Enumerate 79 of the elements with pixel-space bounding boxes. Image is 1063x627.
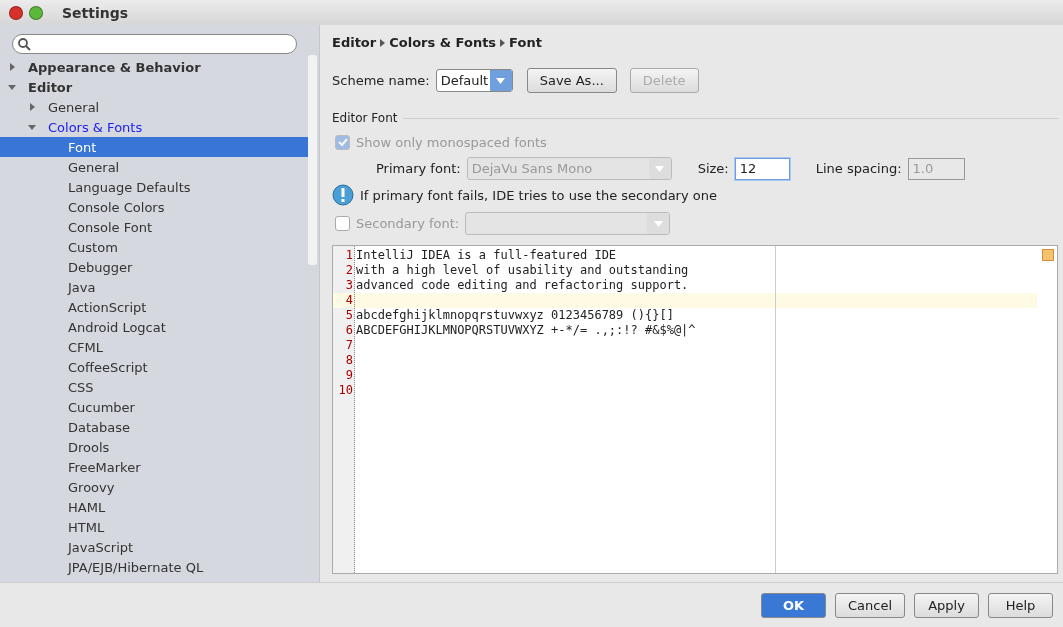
expand-arrow-icon[interactable] bbox=[8, 83, 16, 91]
dialog-button[interactable]: Help bbox=[988, 592, 1053, 618]
tree-item[interactable]: Console Colors bbox=[0, 197, 308, 217]
tree-item[interactable]: Colors & Fonts bbox=[0, 117, 308, 137]
tree-item[interactable]: Debugger bbox=[0, 257, 308, 277]
tree-item[interactable]: Groovy bbox=[0, 477, 308, 497]
font-preview-editor[interactable] bbox=[332, 245, 1058, 574]
tree-item[interactable]: Appearance & Behavior bbox=[0, 57, 308, 77]
tree-item[interactable]: Console Font bbox=[0, 217, 308, 237]
dropdown-arrow-icon bbox=[655, 165, 665, 172]
tree-item[interactable]: General bbox=[0, 97, 308, 117]
tree-item[interactable]: ActionScript bbox=[0, 297, 308, 317]
tree-item[interactable]: Font bbox=[0, 137, 308, 157]
line-number: 3 bbox=[344, 278, 354, 293]
code-line: with a high level of usability and outstanding bbox=[355, 263, 690, 278]
tree-item[interactable]: CFML bbox=[0, 337, 308, 357]
tree-item[interactable]: FreeMarker bbox=[0, 457, 308, 477]
size-label: Size: bbox=[697, 161, 729, 176]
tree-item[interactable]: Drools bbox=[0, 437, 308, 457]
tree-item[interactable]: General bbox=[0, 157, 308, 177]
line-number: 5 bbox=[344, 308, 354, 323]
scheme-label: Scheme name: bbox=[332, 73, 430, 88]
info-text: If primary font fails, IDE tries to use the secondary one bbox=[360, 187, 717, 203]
breadcrumb-item: Colors & Fonts bbox=[389, 35, 497, 50]
tree-item[interactable]: HAML bbox=[0, 497, 308, 517]
dialog-button[interactable]: OK bbox=[760, 592, 826, 618]
breadcrumb-item: Font bbox=[509, 35, 542, 50]
info-icon bbox=[332, 184, 354, 206]
line-number: 8 bbox=[344, 353, 354, 368]
close-button[interactable] bbox=[9, 5, 23, 20]
tree-item[interactable]: Java bbox=[0, 277, 308, 297]
code-line: abcdefghijklmnopqrstuvwxyz 0123456789 (){}[] bbox=[355, 308, 675, 323]
expand-arrow-icon[interactable] bbox=[28, 123, 36, 131]
tree-item[interactable]: Editor bbox=[0, 77, 308, 97]
line-number: 2 bbox=[344, 263, 354, 278]
tree-item[interactable]: JPA/EJB/Hibernate QL bbox=[0, 557, 308, 577]
tree-item[interactable]: Cucumber bbox=[0, 397, 308, 417]
secondary-font-label: Secondary font: bbox=[356, 216, 460, 231]
line-number: 6 bbox=[344, 323, 354, 338]
dialog-button[interactable]: Apply bbox=[914, 592, 979, 618]
scheme-dropdown[interactable]: Default bbox=[435, 69, 513, 92]
tree-item[interactable]: Database bbox=[0, 417, 308, 437]
checkbox[interactable] bbox=[335, 216, 350, 231]
dropdown-arrow-icon bbox=[496, 77, 506, 84]
tree-item[interactable]: JavaScript bbox=[0, 537, 308, 557]
status-marker bbox=[1042, 249, 1054, 261]
tree-item[interactable]: HTML bbox=[0, 517, 308, 537]
scheme-button[interactable]: Save As... bbox=[526, 68, 617, 93]
tree-item[interactable]: Android Logcat bbox=[0, 317, 308, 337]
search-icon bbox=[18, 37, 31, 51]
expand-arrow-icon[interactable] bbox=[28, 103, 36, 111]
line-number: 10 bbox=[337, 383, 354, 398]
tree-item[interactable]: CoffeeScript bbox=[0, 357, 308, 377]
code-line: ABCDEFGHIJKLMNOPQRSTUVWXYZ +-*/= .,;:!? #&$%@|^ bbox=[355, 323, 697, 338]
tree-item[interactable]: CSS bbox=[0, 377, 308, 397]
tree-item[interactable]: Language Defaults bbox=[0, 177, 308, 197]
dropdown-arrow-icon bbox=[653, 220, 663, 227]
primary-font-label: Primary font: bbox=[376, 161, 461, 176]
breadcrumb-item: Editor bbox=[332, 35, 377, 50]
tree-item[interactable]: Custom bbox=[0, 237, 308, 257]
maximize-button[interactable] bbox=[29, 5, 43, 20]
line-number: 7 bbox=[344, 338, 354, 353]
checkbox-label: Show only monospaced fonts bbox=[356, 135, 547, 150]
line-spacing-label: Line spacing: bbox=[815, 161, 902, 176]
check-icon bbox=[337, 138, 348, 147]
size-field[interactable]: 12 bbox=[734, 157, 790, 180]
window-title: Settings bbox=[62, 4, 129, 21]
breadcrumb-arrow-icon bbox=[500, 38, 506, 47]
line-number: 4 bbox=[333, 293, 354, 308]
expand-arrow-icon[interactable] bbox=[8, 63, 16, 71]
code-line: IntelliJ IDEA is a full-featured IDE bbox=[355, 248, 618, 263]
scrollbar[interactable] bbox=[308, 55, 317, 265]
section-title: Editor Font bbox=[332, 111, 398, 125]
line-number: 9 bbox=[344, 368, 354, 383]
line-number: 1 bbox=[344, 248, 354, 263]
dialog-button[interactable]: Cancel bbox=[834, 592, 905, 618]
code-line: advanced code editing and refactoring support. bbox=[355, 278, 690, 293]
search-field[interactable] bbox=[12, 34, 297, 54]
breadcrumb-arrow-icon bbox=[380, 38, 386, 47]
